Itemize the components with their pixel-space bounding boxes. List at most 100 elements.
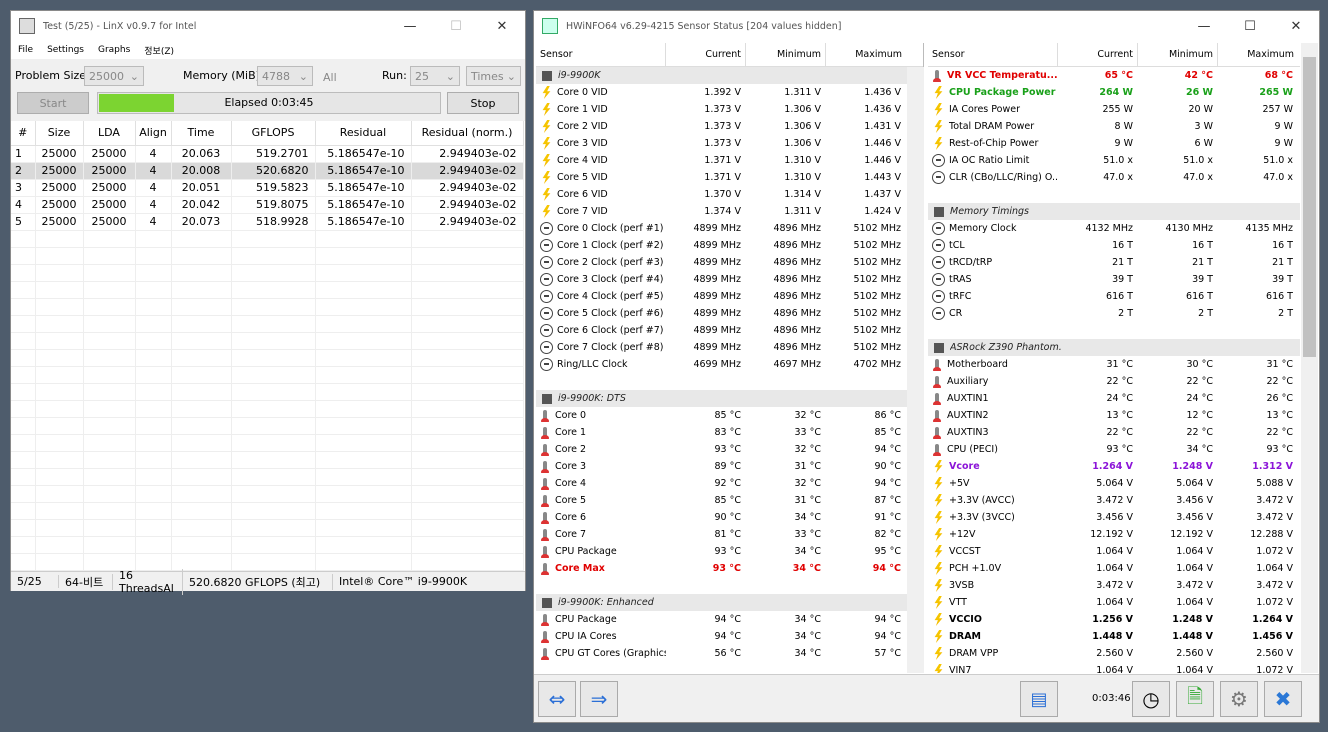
stop-button[interactable]: Stop <box>447 92 519 114</box>
sensor-row[interactable]: Core 5 Clock (perf #6) 4899 MHz 4896 MHz 51… <box>536 305 923 322</box>
sensor-row[interactable]: CLR (CBo/LLC/Ring) O... 47.0 x 47.0 x 47.0 … <box>928 169 1300 186</box>
sensor-group[interactable]: ASRock Z390 Phantom... <box>928 339 1300 356</box>
sensor-row[interactable]: DRAM VPP 2.560 V 2.560 V 2.560 V <box>928 645 1300 662</box>
sensor-row[interactable]: Core 3 VID 1.373 V 1.306 V 1.446 V <box>536 135 923 152</box>
close-icon[interactable]: ✖ <box>1264 681 1302 717</box>
scrollbar-thumb[interactable] <box>1303 57 1316 357</box>
sensor-row[interactable]: Core 7 Clock (perf #8) 4899 MHz 4896 MHz 51… <box>536 339 923 356</box>
sensor-row[interactable]: Core 0 85 °C 32 °C 86 °C <box>536 407 923 424</box>
sensor-row[interactable]: tRFC 616 T 616 T 616 T <box>928 288 1300 305</box>
sensor-row[interactable]: 3VSB 3.472 V 3.472 V 3.472 V <box>928 577 1300 594</box>
col-maximum[interactable]: Maximum <box>826 43 906 66</box>
sensor-row[interactable]: +12V 12.192 V 12.192 V 12.288 V <box>928 526 1300 543</box>
sensor-row[interactable]: Core 6 Clock (perf #7) 4899 MHz 4896 MHz 51… <box>536 322 923 339</box>
sensor-row[interactable]: Core 1 83 °C 33 °C 85 °C <box>536 424 923 441</box>
minimize-button[interactable]: — <box>387 11 433 41</box>
scrollbar-right[interactable] <box>1301 43 1318 673</box>
sensor-row[interactable]: Rest-of-Chip Power 9 W 6 W 9 W <box>928 135 1300 152</box>
run-mode-combo[interactable]: Times ⌄ <box>466 66 521 86</box>
settings-icon[interactable]: ⚙ <box>1220 681 1258 717</box>
sensor-row[interactable]: Core 6 90 °C 34 °C 91 °C <box>536 509 923 526</box>
sensor-row[interactable]: Core 1 VID 1.373 V 1.306 V 1.436 V <box>536 101 923 118</box>
report-icon[interactable]: 🗎 <box>1176 681 1214 717</box>
sensor-row[interactable]: CR 2 T 2 T 2 T <box>928 305 1300 322</box>
column-header[interactable]: GFLOPS <box>231 121 316 146</box>
sensor-row[interactable]: CPU Package Power 264 W 26 W 265 W <box>928 84 1300 101</box>
sensor-row[interactable]: Vcore 1.264 V 1.248 V 1.312 V <box>928 458 1300 475</box>
sensor-row[interactable]: Core 6 VID 1.370 V 1.314 V 1.437 V <box>536 186 923 203</box>
sensor-row[interactable]: DRAM 1.448 V 1.448 V 1.456 V <box>928 628 1300 645</box>
sensor-row[interactable]: Core 3 Clock (perf #4) 4899 MHz 4896 MHz 51… <box>536 271 923 288</box>
sensor-row[interactable]: IA Cores Power 255 W 20 W 257 W <box>928 101 1300 118</box>
sensor-row[interactable]: Core 7 VID 1.374 V 1.311 V 1.424 V <box>536 203 923 220</box>
menu-file[interactable]: File <box>11 45 40 55</box>
sensor-row[interactable]: VTT 1.064 V 1.064 V 1.072 V <box>928 594 1300 611</box>
sensor-row[interactable]: Core 7 81 °C 33 °C 82 °C <box>536 526 923 543</box>
column-header[interactable]: Residual (norm.) <box>411 121 524 146</box>
sensor-pane-left[interactable]: Sensor Current Minimum Maximum i9-9900K C… <box>536 43 924 673</box>
sensor-group[interactable]: i9-9900K <box>536 67 923 84</box>
sensor-row[interactable]: Core 2 VID 1.373 V 1.306 V 1.431 V <box>536 118 923 135</box>
sensor-group[interactable]: i9-9900K: Enhanced <box>536 594 923 611</box>
col-minimum[interactable]: Minimum <box>1138 43 1218 66</box>
col-minimum[interactable]: Minimum <box>746 43 826 66</box>
sensor-row[interactable]: VCCIO 1.256 V 1.248 V 1.264 V <box>928 611 1300 628</box>
sensor-group[interactable]: Memory Timings <box>928 203 1300 220</box>
memory-combo[interactable]: 4788 ⌄ <box>257 66 313 86</box>
sensor-row[interactable]: IA OC Ratio Limit 51.0 x 51.0 x 51.0 x <box>928 152 1300 169</box>
sensor-row[interactable]: CPU GT Cores (Graphics) 56 °C 34 °C 57 °C <box>536 645 923 662</box>
sensor-row[interactable]: tCL 16 T 16 T 16 T <box>928 237 1300 254</box>
maximize-button[interactable]: ☐ <box>1227 11 1273 41</box>
sensor-row[interactable]: Core 1 Clock (perf #2) 4899 MHz 4896 MHz 51… <box>536 237 923 254</box>
table-row[interactable]: 4 25000 25000 4 20.042 519.8075 5.186547e-10 2.… <box>11 196 524 214</box>
sensor-row[interactable]: Motherboard 31 °C 30 °C 31 °C <box>928 356 1300 373</box>
sensor-row[interactable]: tRCD/tRP 21 T 21 T 21 T <box>928 254 1300 271</box>
sensor-row[interactable]: Ring/LLC Clock 4699 MHz 4697 MHz 4702 MHz <box>536 356 923 373</box>
sensor-row[interactable]: Core 0 Clock (perf #1) 4899 MHz 4896 MHz 51… <box>536 220 923 237</box>
problem-size-combo[interactable]: 25000 ⌄ <box>84 66 144 86</box>
sensor-row[interactable]: Auxiliary 22 °C 22 °C 22 °C <box>928 373 1300 390</box>
sensor-row[interactable]: +3.3V (3VCC) 3.456 V 3.456 V 3.472 V <box>928 509 1300 526</box>
column-header[interactable]: Align <box>135 121 172 146</box>
column-header[interactable]: LDA <box>83 121 136 146</box>
table-row[interactable]: 2 25000 25000 4 20.008 520.6820 5.186547e-10 2.… <box>11 162 524 180</box>
col-current[interactable]: Current <box>1058 43 1138 66</box>
sensor-row[interactable]: CPU (PECI) 93 °C 34 °C 93 °C <box>928 441 1300 458</box>
table-row[interactable]: 5 25000 25000 4 20.073 518.9928 5.186547e-10 2.… <box>11 213 524 231</box>
sensor-row[interactable]: VCCST 1.064 V 1.064 V 1.072 V <box>928 543 1300 560</box>
menu-graphs[interactable]: Graphs <box>91 45 137 55</box>
col-maximum[interactable]: Maximum <box>1218 43 1298 66</box>
scrollbar-left[interactable] <box>907 67 924 673</box>
col-sensor[interactable]: Sensor <box>536 43 666 66</box>
navigate-left-icon[interactable]: ⇔ <box>538 681 576 717</box>
sensor-row[interactable]: CPU Package 93 °C 34 °C 95 °C <box>536 543 923 560</box>
clock-icon[interactable]: ◷ <box>1132 681 1170 717</box>
sensor-row[interactable]: Core 0 VID 1.392 V 1.311 V 1.436 V <box>536 84 923 101</box>
sensor-row[interactable]: tRAS 39 T 39 T 39 T <box>928 271 1300 288</box>
close-button[interactable]: ✕ <box>479 11 525 41</box>
sensor-row[interactable]: Core 2 Clock (perf #3) 4899 MHz 4896 MHz 51… <box>536 254 923 271</box>
sensor-row[interactable]: AUXTIN1 24 °C 24 °C 26 °C <box>928 390 1300 407</box>
sensor-row[interactable]: AUXTIN3 22 °C 22 °C 22 °C <box>928 424 1300 441</box>
all-checkbox-label[interactable]: All <box>323 71 337 84</box>
sensor-row[interactable]: Total DRAM Power 8 W 3 W 9 W <box>928 118 1300 135</box>
network-icon[interactable]: ▤ <box>1020 681 1058 717</box>
sensor-row[interactable]: VIN7 1.064 V 1.064 V 1.072 V <box>928 662 1300 673</box>
column-header[interactable]: Size <box>35 121 84 146</box>
column-header[interactable]: Time <box>171 121 232 146</box>
sensor-row[interactable]: Core 2 93 °C 32 °C 94 °C <box>536 441 923 458</box>
sensor-row[interactable]: Core Max 93 °C 34 °C 94 °C <box>536 560 923 577</box>
start-button[interactable]: Start <box>17 92 89 114</box>
sensor-row[interactable]: Core 5 85 °C 31 °C 87 °C <box>536 492 923 509</box>
sensor-row[interactable]: CPU IA Cores 94 °C 34 °C 94 °C <box>536 628 923 645</box>
sensor-row[interactable]: AUXTIN2 13 °C 12 °C 13 °C <box>928 407 1300 424</box>
column-header[interactable]: Residual <box>315 121 412 146</box>
close-button[interactable]: ✕ <box>1273 11 1319 41</box>
navigate-right-icon[interactable]: ⇒ <box>580 681 618 717</box>
sensor-row[interactable]: Memory Clock 4132 MHz 4130 MHz 4135 MHz <box>928 220 1300 237</box>
col-sensor[interactable]: Sensor <box>928 43 1058 66</box>
sensor-row[interactable]: VR VCC Temperatu... 65 °C 42 °C 68 °C <box>928 67 1300 84</box>
column-header[interactable]: # <box>11 121 36 146</box>
sensor-pane-right[interactable]: Sensor Current Minimum Maximum VR VCC Te… <box>928 43 1300 673</box>
sensor-row[interactable]: CPU Package 94 °C 34 °C 94 °C <box>536 611 923 628</box>
